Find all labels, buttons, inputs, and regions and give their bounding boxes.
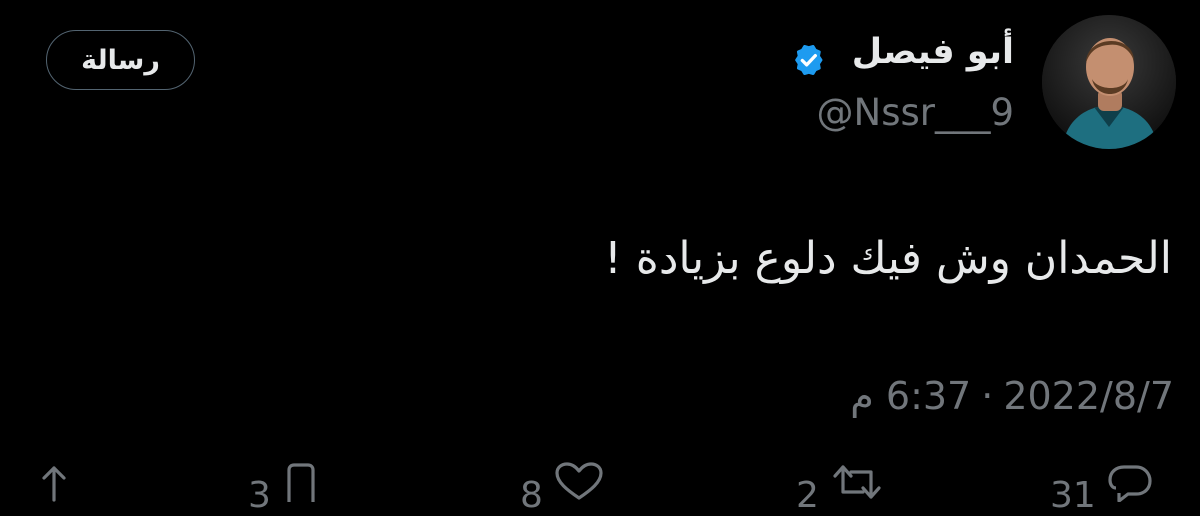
- reply-icon: [1108, 465, 1152, 502]
- like-count: 8: [520, 475, 543, 516]
- retweet-icon: [833, 465, 881, 499]
- avatar-photo: [1042, 15, 1176, 149]
- bookmark-count: 3: [248, 475, 271, 516]
- message-button[interactable]: رسالة: [46, 30, 195, 90]
- reply-action[interactable]: 31: [1050, 462, 1154, 514]
- bookmark-icon: [287, 463, 315, 502]
- user-handle[interactable]: @Nssr___9: [817, 92, 1014, 134]
- verified-badge-icon: [795, 45, 823, 75]
- action-bar: 31 2 8 3: [0, 462, 1200, 514]
- tweet-timestamp[interactable]: 2022/8/7 · 6:37 م: [850, 374, 1174, 418]
- retweet-action[interactable]: 2: [796, 462, 885, 514]
- share-action[interactable]: [34, 462, 74, 502]
- timestamp-separator: ·: [981, 374, 994, 418]
- heart-icon: [555, 462, 603, 500]
- retweet-count: 2: [796, 475, 819, 516]
- tweet-time: 6:37 م: [850, 374, 972, 418]
- bookmark-action[interactable]: 3: [248, 462, 321, 514]
- reply-count: 31: [1050, 475, 1096, 516]
- like-action[interactable]: 8: [520, 462, 605, 514]
- tweet-text: الحمدان وش فيك دلوع بزيادة !: [604, 233, 1172, 284]
- share-icon: [42, 466, 66, 502]
- display-name[interactable]: أبو فيصل: [852, 33, 1014, 72]
- tweet-date: 2022/8/7: [1003, 374, 1174, 418]
- avatar[interactable]: [1042, 15, 1176, 149]
